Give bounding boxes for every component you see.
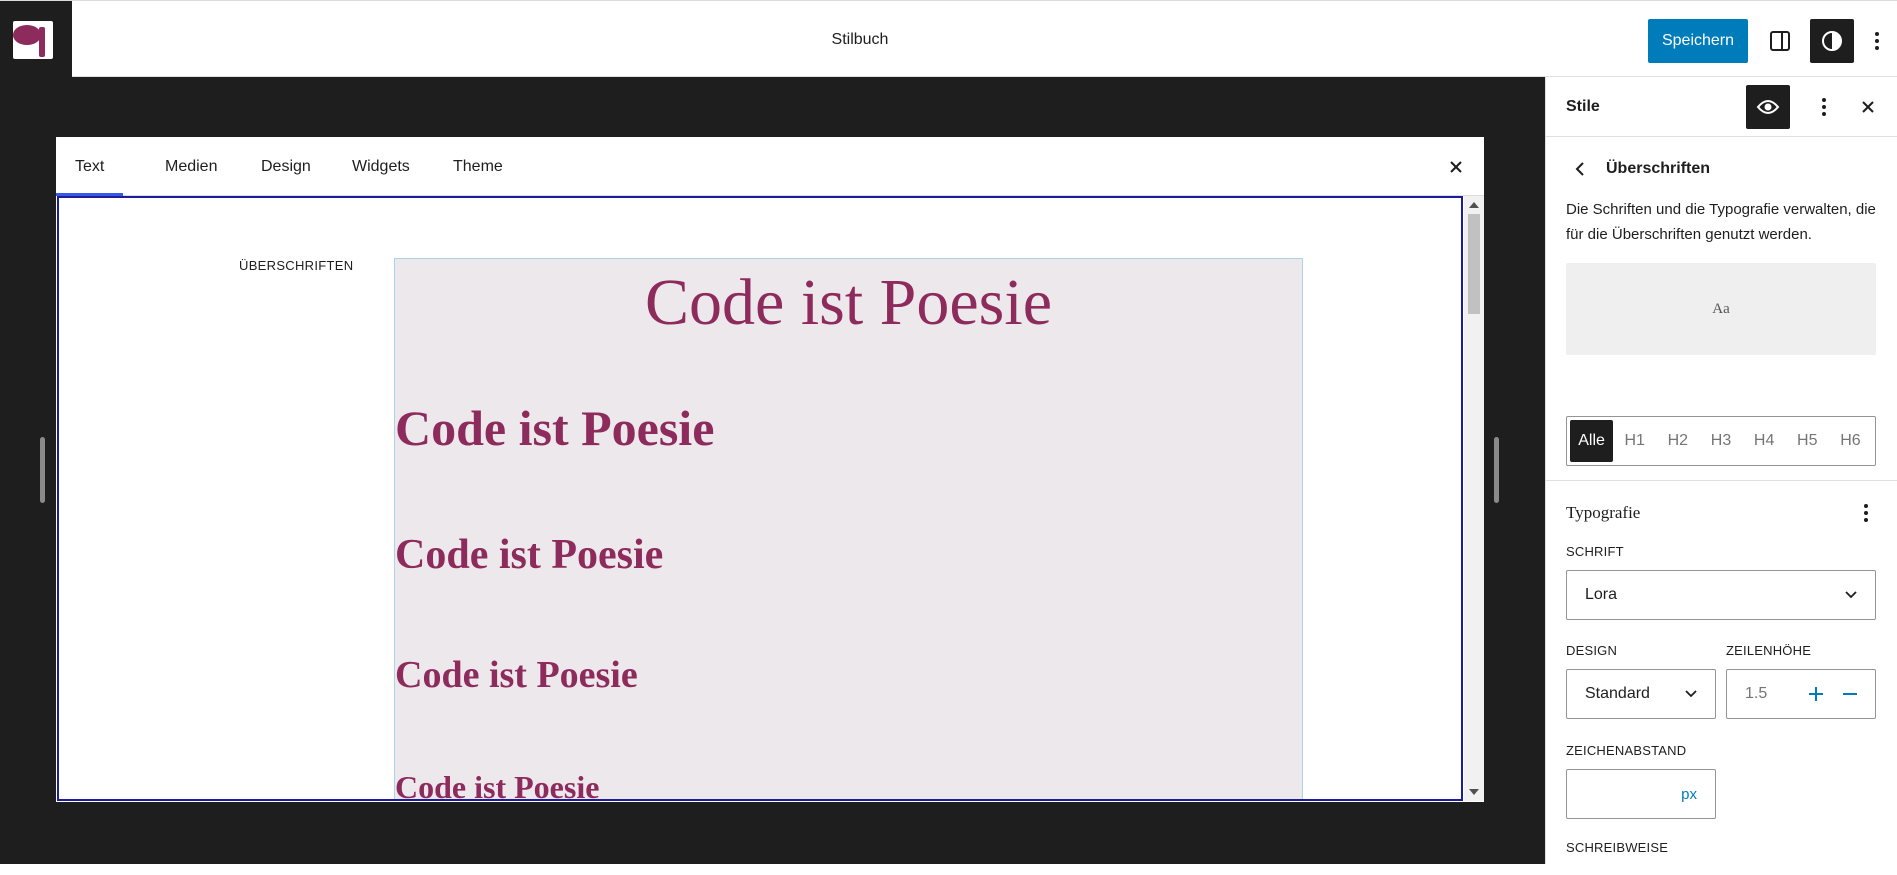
letter-spacing-input[interactable]: px xyxy=(1566,769,1716,819)
heading-level-toggle: Alle H1 H2 H3 H4 H5 H6 xyxy=(1566,416,1876,466)
styles-actions-button[interactable] xyxy=(1802,85,1846,129)
decrement-button[interactable] xyxy=(1833,677,1867,711)
scroll-up-arrow-icon[interactable] xyxy=(1469,202,1479,208)
headings-example[interactable]: Code ist Poesie Code ist Poesie Code ist… xyxy=(394,258,1303,801)
chevron-down-icon xyxy=(1685,690,1697,698)
save-button[interactable]: Speichern xyxy=(1648,19,1748,63)
heading-h5-sample: Code ist Poesie xyxy=(395,769,600,801)
level-h3[interactable]: H3 xyxy=(1699,420,1742,462)
scroll-down-arrow-icon[interactable] xyxy=(1469,789,1479,795)
section-divider xyxy=(1546,480,1897,481)
close-stylebook-button[interactable] xyxy=(1442,153,1470,181)
top-toolbar: Stilbuch Speichern xyxy=(0,0,1897,78)
typography-header: Typografie xyxy=(1566,493,1878,533)
contrast-icon xyxy=(1822,31,1842,51)
typography-options-button[interactable] xyxy=(1854,501,1878,525)
tab-design[interactable]: Design xyxy=(242,137,330,196)
typography-title: Typografie xyxy=(1566,503,1641,522)
panel-title: Überschriften xyxy=(1606,160,1711,177)
more-vertical-icon xyxy=(1875,32,1879,50)
heading-h2-sample: Code ist Poesie xyxy=(395,400,715,456)
close-sidebar-button[interactable] xyxy=(1846,85,1890,129)
font-family-value: Lora xyxy=(1585,586,1618,603)
tab-widgets[interactable]: Widgets xyxy=(333,137,429,196)
letter-spacing-label: ZEICHENABSTAND xyxy=(1566,743,1687,758)
level-h6[interactable]: H6 xyxy=(1829,420,1872,462)
level-all[interactable]: Alle xyxy=(1570,420,1614,462)
line-height-label: ZEILENHÖHE xyxy=(1726,643,1812,658)
heading-h1-sample: Code ist Poesie xyxy=(645,266,1052,339)
appearance-value: Standard xyxy=(1585,685,1650,702)
editor-canvas: Text Medien Design Widgets Theme ÜBERSCH… xyxy=(0,77,1545,864)
stylebook-tabs: Text Medien Design Widgets Theme xyxy=(56,137,1484,196)
panel-navigation: Überschriften xyxy=(1566,149,1710,189)
font-label: SCHRIFT xyxy=(1566,544,1624,559)
more-vertical-icon xyxy=(1864,504,1868,522)
settings-sidebar-toggle[interactable] xyxy=(1758,19,1802,63)
styles-sidebar: Stile Überschriften Die Schriften und di… xyxy=(1545,77,1897,864)
line-height-value: 1.5 xyxy=(1745,685,1768,702)
level-h5[interactable]: H5 xyxy=(1786,420,1829,462)
heading-h4-sample: Code ist Poesie xyxy=(395,654,638,696)
sidebar-panel-icon xyxy=(1770,31,1790,51)
level-h2[interactable]: H2 xyxy=(1656,420,1699,462)
chevron-left-icon xyxy=(1575,162,1584,176)
eye-icon xyxy=(1756,100,1780,114)
sidebar-title: Stile xyxy=(1566,98,1600,115)
level-h1[interactable]: H1 xyxy=(1613,420,1656,462)
tab-medien[interactable]: Medien xyxy=(146,137,236,196)
heading-h3-sample: Code ist Poesie xyxy=(395,532,664,578)
tab-theme[interactable]: Theme xyxy=(434,137,522,196)
stylebook-toggle-button[interactable] xyxy=(1746,85,1790,129)
back-button[interactable] xyxy=(1566,155,1594,183)
typography-preview: Aa xyxy=(1566,263,1876,355)
letter-spacing-unit[interactable]: px xyxy=(1681,786,1697,803)
line-height-input[interactable]: 1.5 xyxy=(1726,669,1876,719)
status-strip xyxy=(0,864,1897,875)
font-family-select[interactable]: Lora xyxy=(1566,570,1876,620)
plus-icon xyxy=(1809,687,1823,701)
right-resize-handle[interactable] xyxy=(1494,437,1499,503)
tab-text[interactable]: Text xyxy=(56,137,124,196)
close-icon xyxy=(1862,101,1874,113)
increment-button[interactable] xyxy=(1799,677,1833,711)
scrollbar-thumb[interactable] xyxy=(1468,214,1480,314)
sidebar-header: Stile xyxy=(1546,77,1897,137)
stylebook-content: ÜBERSCHRIFTEN Code ist Poesie Code ist P… xyxy=(57,196,1463,801)
level-h4[interactable]: H4 xyxy=(1743,420,1786,462)
options-menu-button[interactable] xyxy=(1862,19,1892,63)
chevron-down-icon xyxy=(1845,591,1857,599)
minus-icon xyxy=(1843,693,1857,695)
styles-toggle[interactable] xyxy=(1810,19,1854,63)
document-title[interactable]: Stilbuch xyxy=(0,1,1720,78)
left-resize-handle[interactable] xyxy=(40,437,45,503)
stylebook-panel: Text Medien Design Widgets Theme ÜBERSCH… xyxy=(56,137,1484,802)
close-icon xyxy=(1450,161,1462,173)
letter-case-label: SCHREIBWEISE xyxy=(1566,840,1669,855)
stylebook-scrollbar[interactable] xyxy=(1464,196,1484,801)
section-label-headings: ÜBERSCHRIFTEN xyxy=(239,258,354,273)
panel-description: Die Schriften und die Typografie verwalt… xyxy=(1566,201,1876,243)
appearance-label: DESIGN xyxy=(1566,643,1618,658)
more-vertical-icon xyxy=(1822,98,1826,116)
appearance-select[interactable]: Standard xyxy=(1566,669,1716,719)
